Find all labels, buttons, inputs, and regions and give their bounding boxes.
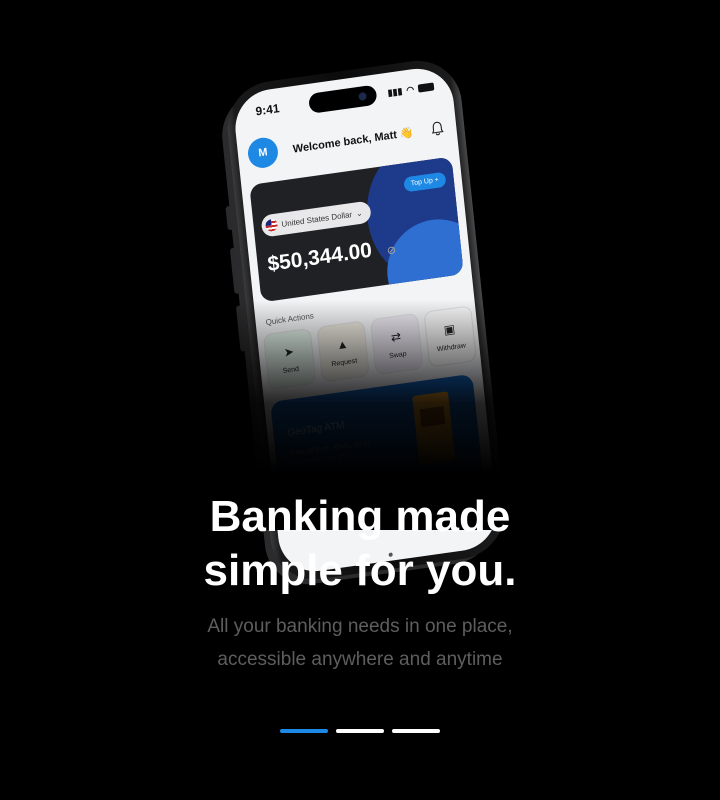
send-icon: ➤ [283,343,295,360]
headline-line-1: Banking made [209,492,511,541]
request-button[interactable]: ▲ Request [316,320,370,383]
swap-button[interactable]: ⇄ Swap [369,312,424,376]
withdraw-button[interactable]: ▣ Withdraw [423,305,477,368]
promo-title: GeoTag ATM [286,419,346,439]
withdraw-icon: ▣ [443,321,456,337]
action-button [225,205,234,231]
avatar[interactable]: M [246,135,280,170]
eye-off-icon[interactable]: ⊘ [386,243,396,257]
headline-line-2: simple for you. [203,546,517,595]
page-indicator [280,729,440,733]
status-time: 9:41 [254,101,281,119]
volume-up-button [229,247,241,295]
volume-down-button [235,305,247,352]
balance-amount: $50,344.00 [266,238,374,277]
withdraw-label: Withdraw [436,341,467,353]
onboarding-subtitle: All your banking needs in one place, acc… [0,610,720,676]
swap-label: Swap [388,350,407,360]
quick-actions-label: Quick Actions [265,311,315,327]
onboarding-headline: Banking made simple for you. [0,490,720,598]
balance-card: Top Up + United States Dollar ⌄ $50,344.… [249,156,464,303]
page-dot-3[interactable] [392,729,440,733]
atm-illustration [412,391,456,466]
page-dot-2[interactable] [336,729,384,733]
promo-subtitle: View all Moth ATMs, up to 500 miles from… [289,439,370,468]
us-flag-icon [265,218,279,233]
bell-icon[interactable] [427,118,447,138]
request-icon: ▲ [335,336,349,352]
request-label: Request [331,357,358,368]
send-label: Send [282,365,300,375]
currency-label: United States Dollar [281,209,353,229]
subtitle-line-1: All your banking needs in one place, [207,616,513,637]
wifi-icon: ◠ [405,83,415,95]
currency-selector[interactable]: United States Dollar ⌄ [260,200,372,238]
chevron-down-icon: ⌄ [355,208,364,218]
welcome-text: Welcome back, Matt 👋 [292,126,415,156]
subtitle-line-2: accessible anywhere and anytime [217,649,503,670]
page-dot-1[interactable] [280,729,328,733]
signal-icon: ▮▮▮ [387,85,403,98]
send-button[interactable]: ➤ Send [262,327,317,391]
swap-icon: ⇄ [390,328,402,345]
battery-icon [417,82,435,93]
